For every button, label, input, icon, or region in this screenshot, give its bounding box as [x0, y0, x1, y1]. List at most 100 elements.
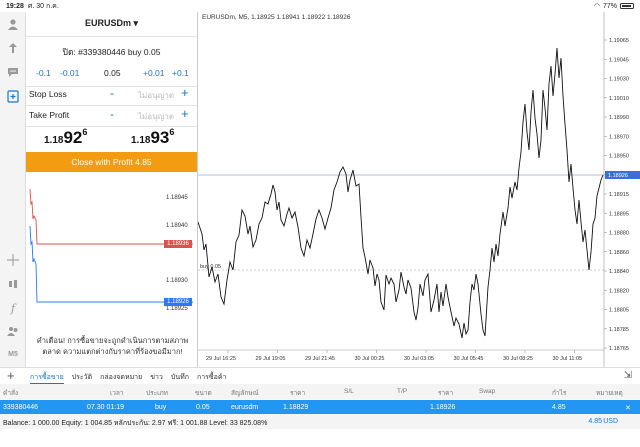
crosshair-icon[interactable]: [5, 252, 21, 268]
price-axis-label: 1.19045: [609, 57, 629, 63]
take-profit-plus-button[interactable]: +: [181, 106, 189, 121]
entry-line-label: buy 0.05: [200, 264, 221, 270]
ask-price: 1.18936: [131, 127, 175, 147]
accounts-icon[interactable]: [5, 323, 21, 339]
tool-sidebar: f M5: [0, 12, 26, 367]
positions-header: คำสั่ง เวลา ประเภท ขนาด สัญลักษณ์ ราคา S…: [0, 384, 640, 399]
col-size: ขนาด: [195, 390, 212, 397]
col-type: ประเภท: [146, 390, 168, 397]
battery-percent: 77%: [602, 2, 617, 10]
status-date: ศ. 30 ก.ค.: [27, 2, 59, 10]
row-order: 339380446: [3, 404, 39, 411]
col-comment: หมายเหตุ: [596, 390, 623, 397]
time-axis-label: 29 Jul 19:05: [256, 356, 286, 362]
col-swap: Swap: [479, 388, 496, 395]
table-row[interactable]: 339380446 07.30 01:19 buy 0.05 eurusdm 1…: [0, 400, 640, 414]
time-axis-label: 30 Jul 00:25: [355, 356, 385, 362]
tab-news[interactable]: ข่าว: [150, 372, 163, 384]
tick-chart-label: 1.18930: [166, 278, 188, 284]
volume-value[interactable]: 0.05: [104, 68, 121, 78]
row-size: 0.05: [196, 404, 210, 411]
col-symbol: สัญลักษณ์: [231, 390, 259, 397]
price-axis-label: 1.19010: [609, 96, 629, 102]
volume-increase-small-button[interactable]: +0.01: [143, 68, 165, 78]
battery-icon: [620, 3, 634, 9]
price-axis-label: 1.19030: [609, 77, 629, 83]
tab-journal[interactable]: บันทึก: [171, 372, 189, 384]
price-axis-label: 1.18805: [609, 308, 629, 314]
price-axis-label: 1.18970: [609, 134, 629, 140]
collapse-panel-icon[interactable]: ⇲: [624, 370, 632, 381]
add-icon[interactable]: +: [7, 368, 15, 383]
take-profit-minus-button[interactable]: -: [110, 107, 114, 121]
tick-chart: 1.18945 1.18940 1.18930 1.18925 1.18936 …: [26, 184, 197, 320]
ask-price-tag: 1.18936: [164, 240, 192, 248]
tab-mailbox[interactable]: กล่องจดหมาย: [100, 372, 142, 384]
volume-decrease-small-button[interactable]: -0.01: [60, 68, 79, 78]
chevron-down-icon: ▾: [133, 18, 139, 28]
tab-history[interactable]: ประวัติ: [72, 372, 92, 384]
price-axis-label: 1.18765: [609, 346, 629, 352]
connect-icon[interactable]: [5, 40, 21, 56]
time-axis-label: 29 Jul 21:45: [305, 356, 335, 362]
tab-trading[interactable]: การซื้อค้า: [197, 372, 227, 384]
tick-chart-label: 1.18945: [166, 195, 188, 201]
close-position-icon[interactable]: ✕: [625, 404, 631, 412]
price-axis-label: 1.18785: [609, 327, 629, 333]
row-time: 07.30 01:19: [87, 404, 124, 411]
col-open-price: ราคา: [290, 390, 306, 397]
time-axis-label: 30 Jul 11:05: [553, 356, 583, 362]
timeframe-icon[interactable]: M5: [5, 346, 21, 362]
symbol-selector[interactable]: EURUSDm ▾: [26, 18, 197, 29]
price-axis-label: 1.18860: [609, 250, 629, 256]
price-axis-label: 1.18820: [609, 288, 629, 294]
col-profit: กำไร: [552, 390, 567, 397]
price-axis-label: 1.19065: [609, 38, 629, 44]
currency: USD: [603, 418, 618, 425]
symbol-name: EURUSDm: [84, 18, 131, 28]
stop-loss-minus-button[interactable]: -: [110, 86, 114, 100]
take-profit-label: Take Profit: [29, 110, 70, 120]
tick-chart-label: 1.18925: [166, 306, 188, 312]
col-price: ราคา: [438, 390, 454, 397]
tab-trade[interactable]: การซื้อขาย: [30, 372, 64, 384]
row-profit: 4.85: [552, 404, 566, 411]
chat-icon[interactable]: [5, 64, 21, 80]
take-profit-row: Take Profit - ไม่อนุญาต +: [26, 106, 197, 123]
col-sl: S/L: [344, 388, 354, 395]
wifi-icon: ◠: [593, 3, 600, 10]
divider: [26, 36, 197, 37]
divider: [26, 105, 197, 106]
tick-chart-label: 1.18940: [166, 223, 188, 229]
balance-text: Balance: 1 000.00 Equity: 1 004.85 หลักป…: [3, 420, 268, 427]
position-info: ปิด: #339380446 buy 0.05: [62, 47, 161, 57]
time-axis-label: 30 Jul 05:45: [454, 356, 484, 362]
price-axis-label: 1.18895: [609, 211, 629, 217]
row-type: buy: [155, 404, 167, 411]
bottom-tabs: การซื้อขาย ประวัติ กล่องจดหมาย ข่าว บันท…: [30, 372, 226, 384]
app-root: 19:28 ศ. 30 ก.ค. ◠ 77% f M5 EURUSDm ▾ ปิ…: [0, 0, 640, 447]
price-line: [197, 47, 604, 339]
price-axis-label: 1.18840: [609, 269, 629, 275]
volume-decrease-large-button[interactable]: -0.1: [36, 68, 51, 78]
price-axis-label: 1.18915: [609, 192, 629, 198]
new-order-icon[interactable]: [5, 88, 21, 104]
objects-icon[interactable]: f: [5, 300, 21, 316]
close-with-profit-button[interactable]: Close with Profit 4.85: [26, 152, 197, 172]
stop-loss-row: Stop Loss - ไม่อนุญาต +: [26, 85, 197, 102]
volume-increase-large-button[interactable]: +0.1: [172, 68, 189, 78]
price-axis-label: 1.18880: [609, 231, 629, 237]
stop-loss-label: Stop Loss: [29, 89, 67, 99]
indicators-icon[interactable]: [5, 276, 21, 292]
chart-title: EURUSDm, M5, 1.18925 1.18941 1.18922 1.1…: [202, 14, 351, 21]
account-summary: Balance: 1 000.00 Equity: 1 004.85 หลักป…: [0, 414, 640, 429]
order-panel: EURUSDm ▾ ปิด: #339380446 buy 0.05 -0.1 …: [26, 12, 197, 367]
take-profit-field[interactable]: ไม่อนุญาต: [138, 110, 174, 123]
row-open-price: 1.18829: [283, 404, 309, 411]
user-icon[interactable]: [5, 16, 21, 32]
time-axis-label: 29 Jul 16:25: [206, 356, 236, 362]
price-chart[interactable]: 1.19065 1.19045 1.19030 1.19010 1.18990 1.189…: [197, 12, 640, 367]
stop-loss-plus-button[interactable]: +: [181, 85, 189, 100]
stop-loss-field[interactable]: ไม่อนุญาต: [138, 89, 174, 102]
col-tp: T/P: [397, 388, 408, 395]
